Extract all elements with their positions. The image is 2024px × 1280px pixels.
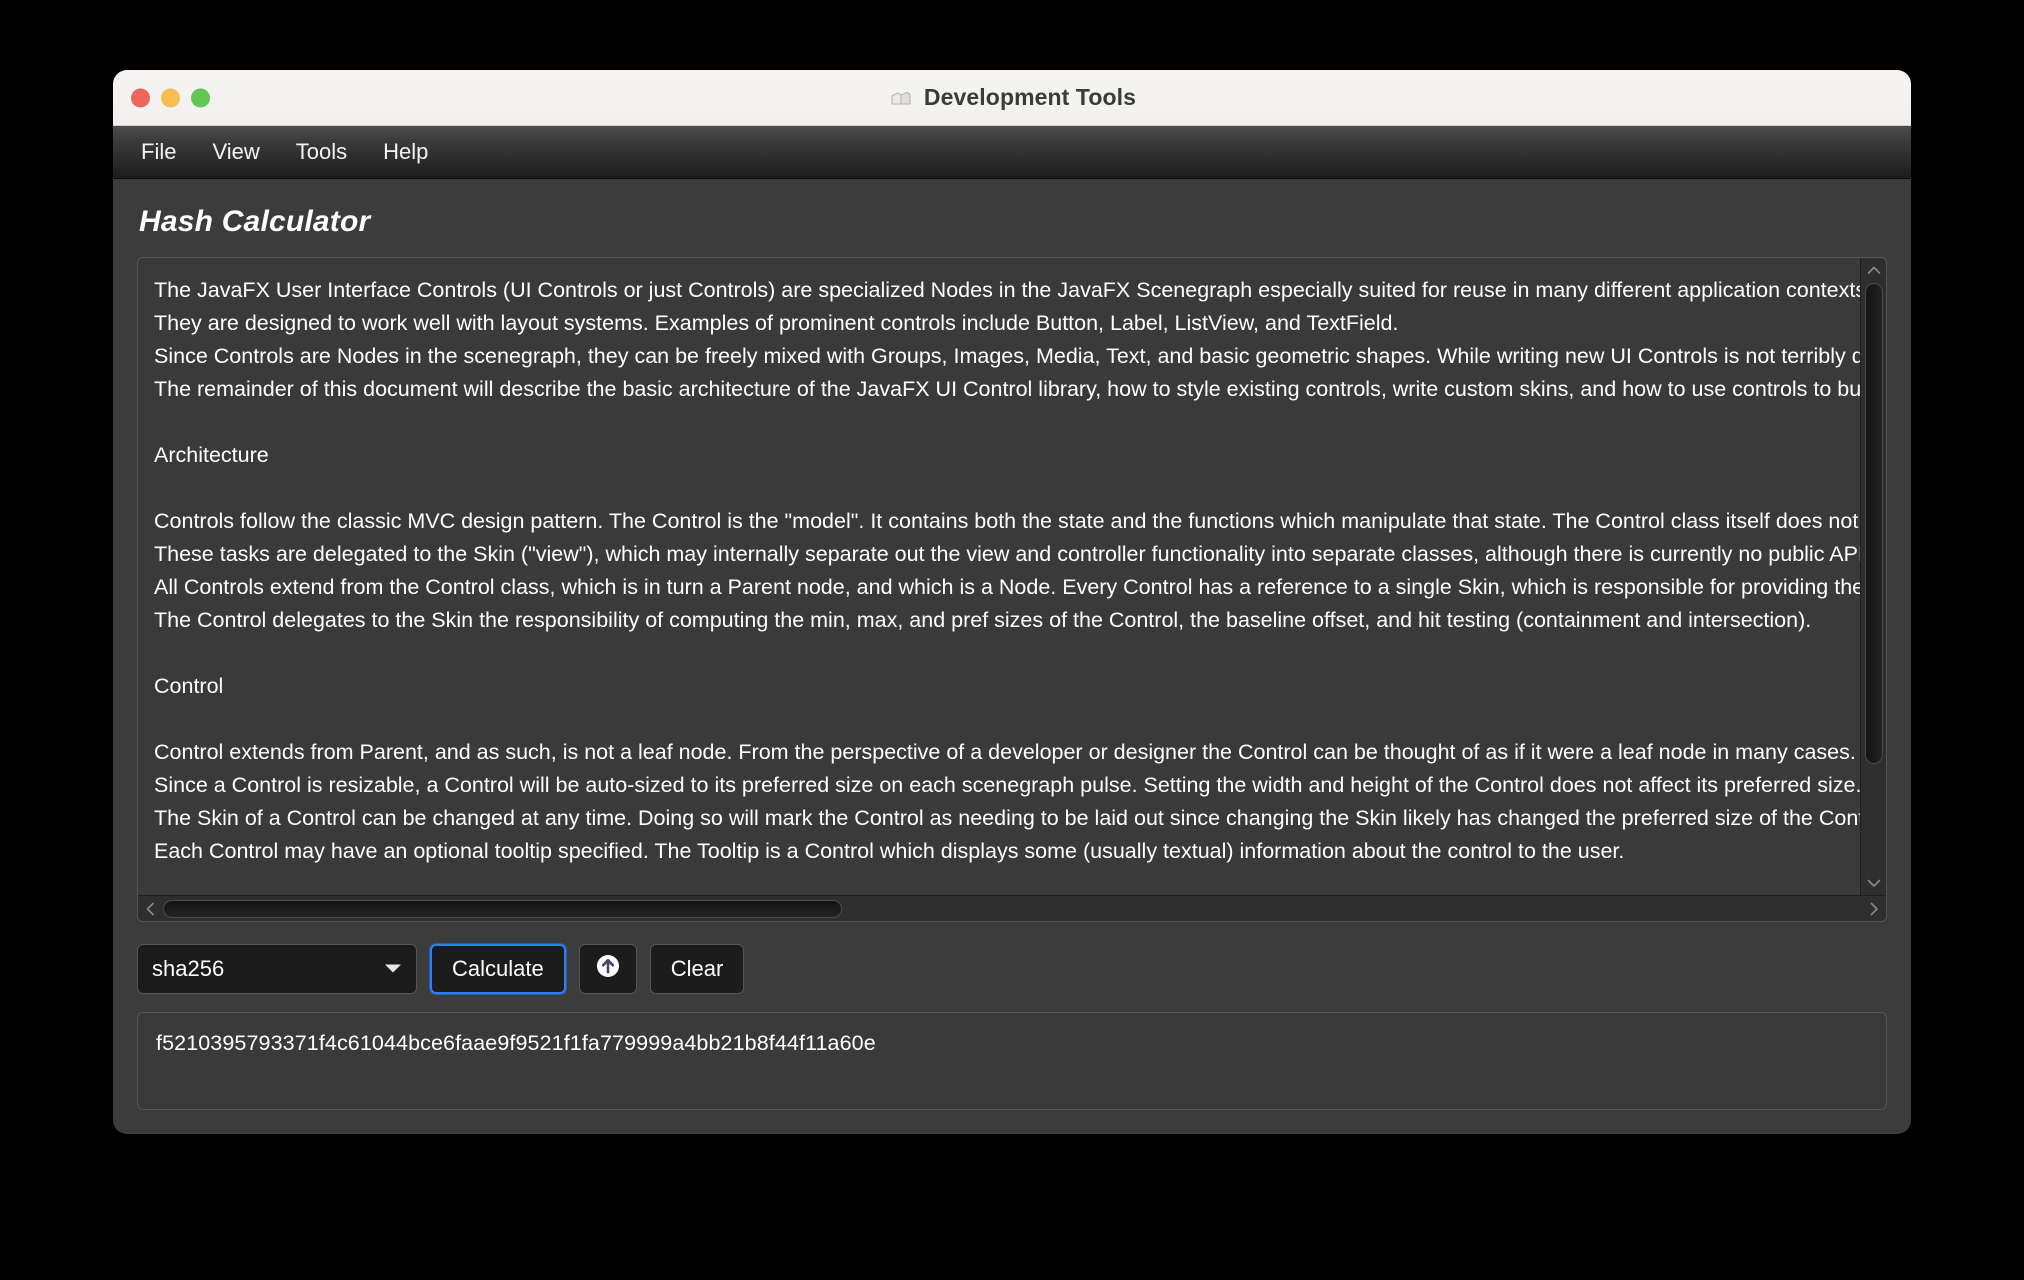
vertical-scrollbar-track[interactable] — [1861, 279, 1886, 874]
controls-row: sha256 Calculate Clear — [137, 944, 1887, 994]
toolbox-icon — [888, 85, 914, 111]
text-area-line: Architecture — [154, 443, 269, 467]
text-area-line: Control — [154, 674, 224, 698]
horizontal-scrollbar[interactable] — [138, 895, 1886, 921]
maximize-button[interactable] — [191, 88, 210, 107]
algorithm-select-value: sha256 — [152, 956, 225, 981]
text-area-body: The JavaFX User Interface Controls (UI C… — [138, 258, 1886, 895]
traffic-lights — [131, 88, 210, 107]
upload-circle-icon — [593, 951, 623, 987]
window-title-group: Development Tools — [113, 84, 1911, 111]
text-area-line: Controls follow the classic MVC design p… — [154, 509, 1859, 533]
text-area-line: The Control delegates to the Skin the re… — [154, 608, 1812, 632]
chevron-up-icon[interactable] — [1861, 261, 1887, 279]
window-title: Development Tools — [923, 84, 1137, 110]
minimize-button[interactable] — [161, 88, 180, 107]
title-bar: Development Tools — [113, 70, 1911, 126]
text-area-line: The Skin of a Control can be changed at … — [154, 806, 1860, 830]
text-area-line: Control extends from Parent, and as such… — [154, 740, 1856, 764]
horizontal-scrollbar-track[interactable] — [159, 896, 1865, 921]
chevron-right-icon[interactable] — [1865, 896, 1883, 922]
page-title: Hash Calculator — [139, 205, 371, 238]
text-area-blank-line — [154, 406, 1860, 439]
hash-result-field[interactable]: f5210395793371f4c61044bce6faae9f9521f1fa… — [137, 1012, 1887, 1110]
text-area-line: Each Control may have an optional toolti… — [154, 839, 1625, 863]
text-area-line: All Controls extend from the Control cla… — [154, 575, 1860, 599]
upload-button[interactable] — [578, 944, 637, 994]
menu-item-tools[interactable]: Tools — [278, 133, 365, 171]
vertical-scrollbar-thumb[interactable] — [1864, 283, 1883, 765]
text-area-blank-line — [154, 637, 1860, 670]
text-area-content[interactable]: The JavaFX User Interface Controls (UI C… — [138, 258, 1860, 895]
screen: Development Tools File View Tools Help H… — [0, 0, 2024, 1280]
menu-item-view[interactable]: View — [194, 133, 277, 171]
menu-item-help[interactable]: Help — [365, 133, 446, 171]
chevron-left-icon[interactable] — [141, 896, 159, 922]
horizontal-scrollbar-thumb[interactable] — [163, 899, 843, 918]
text-area-line: Since Controls are Nodes in the scenegra… — [154, 344, 1860, 368]
input-text-area[interactable]: The JavaFX User Interface Controls (UI C… — [137, 257, 1887, 922]
text-area-line: The remainder of this document will desc… — [154, 377, 1860, 401]
text-area-line: These tasks are delegated to the Skin ("… — [154, 542, 1860, 566]
content-panel: Hash Calculator The JavaFX User Interfac… — [113, 179, 1911, 1134]
calculate-button[interactable]: Calculate — [430, 944, 566, 994]
menu-bar: File View Tools Help — [113, 126, 1911, 179]
text-area-line: Since a Control is resizable, a Control … — [154, 773, 1860, 797]
text-area-line: They are designed to work well with layo… — [154, 311, 1399, 335]
chevron-down-icon — [384, 962, 402, 976]
chevron-down-icon[interactable] — [1861, 874, 1887, 892]
close-button[interactable] — [131, 88, 150, 107]
text-area-line: The JavaFX User Interface Controls (UI C… — [154, 278, 1860, 302]
menu-item-file[interactable]: File — [123, 133, 194, 171]
clear-button[interactable]: Clear — [649, 944, 745, 994]
text-area-blank-line — [154, 472, 1860, 505]
algorithm-select[interactable]: sha256 — [137, 944, 417, 994]
text-area-blank-line — [154, 703, 1860, 736]
vertical-scrollbar[interactable] — [1860, 258, 1886, 895]
application-window: Development Tools File View Tools Help H… — [113, 70, 1911, 1134]
